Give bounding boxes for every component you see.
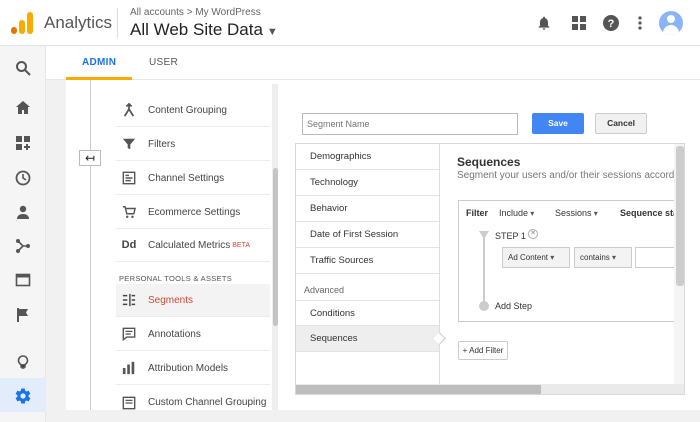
- conversions-flag-icon[interactable]: [13, 305, 33, 325]
- breadcrumb[interactable]: All accounts > My WordPress: [130, 7, 261, 18]
- help-icon[interactable]: ?: [603, 15, 619, 31]
- acquisition-icon[interactable]: [13, 236, 33, 256]
- beta-badge: BETA: [232, 241, 251, 249]
- menu-item-label: Calculated Metrics: [148, 239, 231, 251]
- app-title: Analytics: [44, 13, 113, 32]
- step-label: STEP 1: [495, 231, 526, 241]
- add-step-link[interactable]: Add Step: [495, 301, 532, 311]
- menu-item-custom-channel-grouping[interactable]: Custom Channel Grouping: [116, 386, 270, 419]
- menu-item-label: Annotations: [148, 328, 201, 340]
- customization-icon[interactable]: [13, 133, 33, 153]
- operator-select[interactable]: contains: [574, 247, 632, 268]
- cancel-button[interactable]: Cancel: [595, 113, 647, 134]
- menu-item-calculated-metrics[interactable]: Dd Calculated Metrics BETA: [116, 229, 270, 262]
- menu-tree-line: [90, 80, 91, 410]
- realtime-clock-icon[interactable]: [13, 168, 33, 188]
- tab-user[interactable]: USER: [149, 57, 178, 68]
- menu-item-segments[interactable]: Segments: [116, 284, 270, 317]
- category-divider: [439, 144, 440, 384]
- menu-item-label: Attribution Models: [148, 362, 229, 374]
- category-behavior[interactable]: Behavior: [296, 196, 439, 222]
- category-sequences[interactable]: Sequences: [296, 326, 439, 352]
- account-view-label: All Web Site Data: [130, 20, 263, 39]
- dd-icon: Dd: [121, 239, 137, 251]
- menu-item-label: Channel Settings: [148, 172, 225, 184]
- segment-name-input[interactable]: [302, 113, 518, 135]
- menu-item-annotations[interactable]: Annotations: [116, 318, 270, 351]
- menu-item-label: Content Grouping: [148, 104, 227, 116]
- cart-icon: [120, 203, 138, 221]
- editor-vertical-scroll-thumb[interactable]: [676, 146, 684, 286]
- channel-settings-icon: [120, 169, 138, 187]
- menu-item-channel-settings[interactable]: Channel Settings: [116, 162, 270, 195]
- discover-bulb-icon[interactable]: [13, 352, 33, 372]
- collapse-back-button[interactable]: ↤: [79, 150, 101, 166]
- avatar[interactable]: [659, 11, 683, 35]
- sequence-start-dropdown[interactable]: Sequence sta: [620, 208, 678, 218]
- menu-item-label: Ecommerce Settings: [148, 206, 241, 218]
- menu-item-content-grouping[interactable]: Content Grouping: [116, 94, 270, 127]
- admin-gear-icon[interactable]: [13, 386, 33, 406]
- behavior-icon[interactable]: [13, 270, 33, 290]
- category-conditions[interactable]: Conditions: [296, 300, 439, 326]
- sequence-filter-box: Filter Include Sessions Sequence sta STE…: [458, 200, 684, 322]
- custom-channel-icon: [120, 394, 138, 412]
- section-title: PERSONAL TOOLS & ASSETS: [119, 274, 233, 283]
- menu-scrollbar-thumb[interactable]: [273, 168, 278, 326]
- top-bar: Analytics All accounts > My WordPress Al…: [0, 0, 700, 46]
- save-button[interactable]: Save: [532, 113, 584, 134]
- apps-grid-icon[interactable]: [571, 15, 587, 31]
- sessions-dropdown[interactable]: Sessions: [555, 208, 598, 218]
- content-grouping-icon: [120, 101, 138, 119]
- menu-item-label: Filters: [148, 138, 176, 150]
- home-icon[interactable]: [13, 98, 33, 118]
- bell-icon[interactable]: [536, 15, 552, 31]
- more-vert-icon[interactable]: [632, 15, 648, 31]
- include-dropdown[interactable]: Include: [499, 208, 534, 218]
- segment-editor-box: Demographics Technology Behavior Date of…: [295, 143, 685, 395]
- svg-text:?: ?: [608, 18, 615, 30]
- left-nav: [0, 46, 46, 422]
- header-divider: [117, 8, 118, 38]
- bar-chart-icon: [120, 359, 138, 377]
- annotations-icon: [120, 325, 138, 343]
- dimension-select[interactable]: Ad Content: [502, 247, 570, 268]
- dimension-value: Ad Content: [508, 253, 549, 262]
- menu-item-attribution-models[interactable]: Attribution Models: [116, 352, 270, 385]
- filter-icon: [120, 135, 138, 153]
- operator-value: contains: [580, 253, 610, 262]
- caret-down-icon: ▼: [266, 26, 278, 38]
- segments-icon: [120, 291, 138, 309]
- menu-item-ecommerce-settings[interactable]: Ecommerce Settings: [116, 196, 270, 229]
- sequences-subtitle: Segment your users and/or their sessions…: [457, 170, 675, 181]
- menu-item-filters[interactable]: Filters: [116, 128, 270, 161]
- search-icon[interactable]: [13, 58, 33, 78]
- category-traffic-sources[interactable]: Traffic Sources: [296, 248, 439, 274]
- advanced-label: Advanced: [304, 285, 345, 295]
- filter-label: Filter: [466, 208, 489, 218]
- category-technology[interactable]: Technology: [296, 170, 439, 196]
- menu-item-label: Custom Channel Grouping: [148, 397, 267, 408]
- menu-item-label: Segments: [148, 294, 194, 306]
- filter-header: Filter Include Sessions Sequence sta: [459, 201, 684, 223]
- editor-horizontal-scroll-thumb[interactable]: [296, 385, 541, 394]
- category-date-of-first-session[interactable]: Date of First Session: [296, 222, 439, 248]
- sequences-title: Sequences: [457, 155, 521, 169]
- account-view-selector[interactable]: All Web Site Data ▼: [130, 20, 278, 40]
- add-filter-button[interactable]: + Add Filter: [458, 341, 508, 360]
- step-connector-line: [483, 233, 485, 309]
- audience-person-icon[interactable]: [13, 202, 33, 222]
- step-marker-icon: [479, 231, 489, 239]
- remove-step-icon[interactable]: ✕: [528, 229, 538, 239]
- admin-tabs: ADMIN USER: [46, 46, 700, 80]
- category-demographics[interactable]: Demographics: [296, 144, 439, 170]
- tab-admin[interactable]: ADMIN: [82, 57, 116, 68]
- add-step-marker-icon: [479, 301, 489, 311]
- analytics-logo-icon[interactable]: [11, 12, 33, 34]
